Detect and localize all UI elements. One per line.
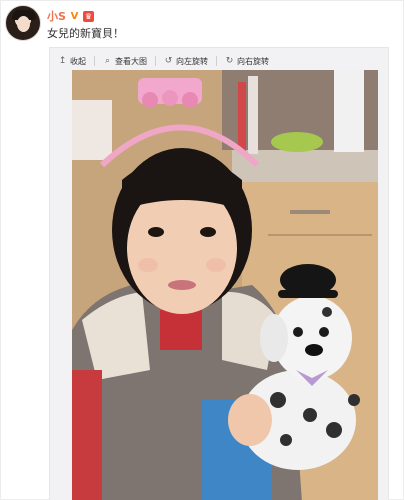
plush-nose [305,344,323,356]
author-name-link[interactable]: 小S [47,8,66,24]
mouth [168,280,196,290]
headband-flower [182,92,198,108]
toolbar-divider [94,56,95,66]
plush-spot [348,394,360,406]
toolbar-divider [216,56,217,66]
media-expanded-panel: ↥ 收起 ⌕ 查看大图 ↺ 向左旋转 ↻ 向右旋转 [49,47,389,500]
author-row: 小S V ♛ [47,9,94,23]
left-eye [148,227,164,237]
right-cheek [206,258,226,272]
toolbar-divider [155,56,156,66]
post-photo[interactable] [72,70,378,500]
plush-eye-right [319,327,329,337]
member-crown-icon[interactable]: ♛ [82,10,94,22]
plush-spot [322,307,332,317]
arrow-up-icon: ↥ [58,55,67,66]
rotate-right-label: 向右旋转 [237,56,269,66]
view-large-image-button[interactable]: ⌕ 查看大图 [103,56,147,67]
plush-hat-brim [278,290,338,298]
plush-spot [280,434,292,446]
plush-eye-left [293,327,303,337]
rotate-left-button[interactable]: ↺ 向左旋转 [164,56,208,67]
author-avatar[interactable] [5,5,41,41]
v-verified-icon[interactable]: V [69,11,80,22]
avatar-face [17,16,30,32]
headband-flower [142,92,158,108]
plush-spot [270,392,286,408]
rotate-left-icon: ↺ [164,55,173,66]
green-item [271,132,323,152]
view-large-label: 查看大图 [115,56,147,66]
rotate-left-label: 向左旋转 [176,56,208,66]
magnifier-icon: ⌕ [104,55,111,66]
red-sleeve [72,370,102,500]
right-eye [200,227,216,237]
plush-ear-left [260,314,288,362]
drawer-handle [290,210,330,214]
weibo-post-card: 小S V ♛ 女兒的新寶貝！ ↥ 收起 ⌕ 查看大图 ↺ 向左旋转 ↻ 向右旋转 [0,0,404,500]
plush-spot [326,422,342,438]
bottle-white [248,76,258,154]
headband-flower [162,90,178,106]
collapse-button[interactable]: ↥ 收起 [58,56,86,67]
lamp-column [334,70,364,152]
red-shirt [160,310,202,350]
left-cheek [138,258,158,272]
post-header: 小S V ♛ 女兒的新寶貝！ [1,1,404,46]
media-toolbar: ↥ 收起 ⌕ 查看大图 ↺ 向左旋转 ↻ 向右旋转 [58,54,277,68]
bottle-red [238,82,246,152]
post-text: 女兒的新寶貝！ [47,27,124,40]
collapse-label: 收起 [70,56,86,66]
child-hand [228,394,272,446]
photo-illustration [72,70,378,500]
left-wall-item [72,100,112,160]
plush-spot [303,408,317,422]
rotate-right-icon: ↻ [225,55,234,66]
rotate-right-button[interactable]: ↻ 向右旋转 [225,56,269,67]
